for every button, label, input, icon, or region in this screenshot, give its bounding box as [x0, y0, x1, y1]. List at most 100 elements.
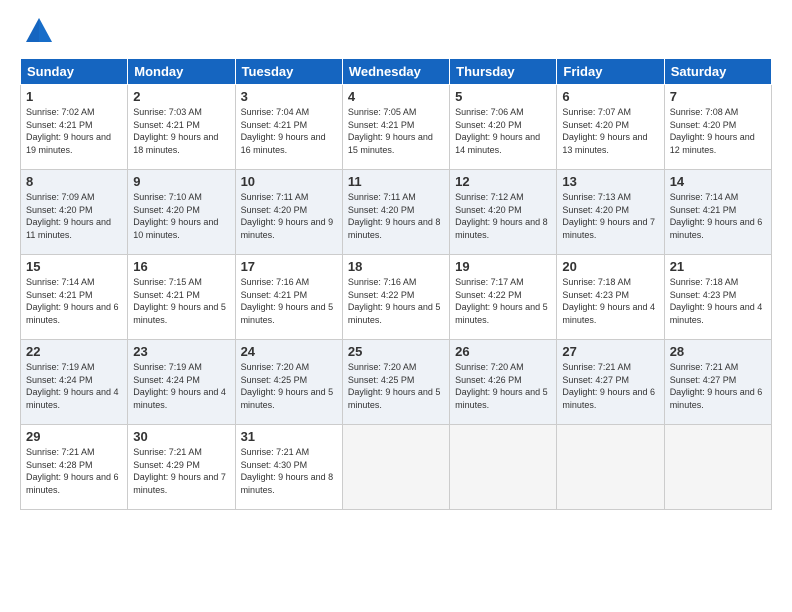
day-info: Sunrise: 7:12 AM Sunset: 4:20 PM Dayligh… [455, 191, 551, 241]
table-row: 14 Sunrise: 7:14 AM Sunset: 4:21 PM Dayl… [664, 170, 771, 255]
day-info: Sunrise: 7:11 AM Sunset: 4:20 PM Dayligh… [348, 191, 444, 241]
day-number: 20 [562, 259, 658, 274]
day-number: 16 [133, 259, 229, 274]
day-number: 28 [670, 344, 766, 359]
day-info: Sunrise: 7:17 AM Sunset: 4:22 PM Dayligh… [455, 276, 551, 326]
day-number: 1 [26, 89, 122, 104]
day-number: 26 [455, 344, 551, 359]
table-row: 17 Sunrise: 7:16 AM Sunset: 4:21 PM Dayl… [235, 255, 342, 340]
table-row: 12 Sunrise: 7:12 AM Sunset: 4:20 PM Dayl… [450, 170, 557, 255]
table-row [450, 425, 557, 510]
day-number: 15 [26, 259, 122, 274]
day-info: Sunrise: 7:21 AM Sunset: 4:29 PM Dayligh… [133, 446, 229, 496]
day-number: 13 [562, 174, 658, 189]
calendar-table: Sunday Monday Tuesday Wednesday Thursday… [20, 58, 772, 510]
day-info: Sunrise: 7:18 AM Sunset: 4:23 PM Dayligh… [670, 276, 766, 326]
day-info: Sunrise: 7:16 AM Sunset: 4:21 PM Dayligh… [241, 276, 337, 326]
day-info: Sunrise: 7:19 AM Sunset: 4:24 PM Dayligh… [133, 361, 229, 411]
table-row: 3 Sunrise: 7:04 AM Sunset: 4:21 PM Dayli… [235, 85, 342, 170]
day-number: 2 [133, 89, 229, 104]
table-row: 31 Sunrise: 7:21 AM Sunset: 4:30 PM Dayl… [235, 425, 342, 510]
day-number: 4 [348, 89, 444, 104]
logo [20, 16, 54, 46]
table-row: 2 Sunrise: 7:03 AM Sunset: 4:21 PM Dayli… [128, 85, 235, 170]
table-row: 8 Sunrise: 7:09 AM Sunset: 4:20 PM Dayli… [21, 170, 128, 255]
day-info: Sunrise: 7:21 AM Sunset: 4:30 PM Dayligh… [241, 446, 337, 496]
day-info: Sunrise: 7:05 AM Sunset: 4:21 PM Dayligh… [348, 106, 444, 156]
day-number: 7 [670, 89, 766, 104]
table-row: 7 Sunrise: 7:08 AM Sunset: 4:20 PM Dayli… [664, 85, 771, 170]
table-row: 20 Sunrise: 7:18 AM Sunset: 4:23 PM Dayl… [557, 255, 664, 340]
day-info: Sunrise: 7:15 AM Sunset: 4:21 PM Dayligh… [133, 276, 229, 326]
table-row: 19 Sunrise: 7:17 AM Sunset: 4:22 PM Dayl… [450, 255, 557, 340]
day-number: 31 [241, 429, 337, 444]
day-number: 18 [348, 259, 444, 274]
day-info: Sunrise: 7:20 AM Sunset: 4:26 PM Dayligh… [455, 361, 551, 411]
calendar-week-3: 15 Sunrise: 7:14 AM Sunset: 4:21 PM Dayl… [21, 255, 772, 340]
table-row: 15 Sunrise: 7:14 AM Sunset: 4:21 PM Dayl… [21, 255, 128, 340]
table-row: 29 Sunrise: 7:21 AM Sunset: 4:28 PM Dayl… [21, 425, 128, 510]
day-info: Sunrise: 7:13 AM Sunset: 4:20 PM Dayligh… [562, 191, 658, 241]
table-row: 27 Sunrise: 7:21 AM Sunset: 4:27 PM Dayl… [557, 340, 664, 425]
table-row: 26 Sunrise: 7:20 AM Sunset: 4:26 PM Dayl… [450, 340, 557, 425]
day-info: Sunrise: 7:21 AM Sunset: 4:27 PM Dayligh… [562, 361, 658, 411]
day-info: Sunrise: 7:04 AM Sunset: 4:21 PM Dayligh… [241, 106, 337, 156]
logo-icon [24, 16, 54, 46]
day-number: 29 [26, 429, 122, 444]
day-number: 9 [133, 174, 229, 189]
table-row: 10 Sunrise: 7:11 AM Sunset: 4:20 PM Dayl… [235, 170, 342, 255]
day-info: Sunrise: 7:20 AM Sunset: 4:25 PM Dayligh… [348, 361, 444, 411]
table-row: 25 Sunrise: 7:20 AM Sunset: 4:25 PM Dayl… [342, 340, 449, 425]
table-row: 16 Sunrise: 7:15 AM Sunset: 4:21 PM Dayl… [128, 255, 235, 340]
day-info: Sunrise: 7:18 AM Sunset: 4:23 PM Dayligh… [562, 276, 658, 326]
day-number: 8 [26, 174, 122, 189]
day-number: 30 [133, 429, 229, 444]
table-row: 30 Sunrise: 7:21 AM Sunset: 4:29 PM Dayl… [128, 425, 235, 510]
table-row: 1 Sunrise: 7:02 AM Sunset: 4:21 PM Dayli… [21, 85, 128, 170]
col-saturday: Saturday [664, 59, 771, 85]
header [20, 16, 772, 46]
day-number: 3 [241, 89, 337, 104]
col-thursday: Thursday [450, 59, 557, 85]
table-row [342, 425, 449, 510]
day-info: Sunrise: 7:14 AM Sunset: 4:21 PM Dayligh… [26, 276, 122, 326]
day-info: Sunrise: 7:19 AM Sunset: 4:24 PM Dayligh… [26, 361, 122, 411]
col-monday: Monday [128, 59, 235, 85]
col-tuesday: Tuesday [235, 59, 342, 85]
day-info: Sunrise: 7:06 AM Sunset: 4:20 PM Dayligh… [455, 106, 551, 156]
table-row: 5 Sunrise: 7:06 AM Sunset: 4:20 PM Dayli… [450, 85, 557, 170]
day-number: 22 [26, 344, 122, 359]
day-number: 17 [241, 259, 337, 274]
day-info: Sunrise: 7:10 AM Sunset: 4:20 PM Dayligh… [133, 191, 229, 241]
table-row: 21 Sunrise: 7:18 AM Sunset: 4:23 PM Dayl… [664, 255, 771, 340]
day-info: Sunrise: 7:21 AM Sunset: 4:27 PM Dayligh… [670, 361, 766, 411]
day-number: 19 [455, 259, 551, 274]
day-number: 12 [455, 174, 551, 189]
day-number: 10 [241, 174, 337, 189]
page: Sunday Monday Tuesday Wednesday Thursday… [0, 0, 792, 520]
day-number: 6 [562, 89, 658, 104]
day-info: Sunrise: 7:02 AM Sunset: 4:21 PM Dayligh… [26, 106, 122, 156]
col-sunday: Sunday [21, 59, 128, 85]
day-info: Sunrise: 7:08 AM Sunset: 4:20 PM Dayligh… [670, 106, 766, 156]
table-row: 9 Sunrise: 7:10 AM Sunset: 4:20 PM Dayli… [128, 170, 235, 255]
table-row: 11 Sunrise: 7:11 AM Sunset: 4:20 PM Dayl… [342, 170, 449, 255]
day-info: Sunrise: 7:20 AM Sunset: 4:25 PM Dayligh… [241, 361, 337, 411]
calendar-week-5: 29 Sunrise: 7:21 AM Sunset: 4:28 PM Dayl… [21, 425, 772, 510]
day-number: 11 [348, 174, 444, 189]
table-row: 22 Sunrise: 7:19 AM Sunset: 4:24 PM Dayl… [21, 340, 128, 425]
calendar-header-row: Sunday Monday Tuesday Wednesday Thursday… [21, 59, 772, 85]
calendar-week-2: 8 Sunrise: 7:09 AM Sunset: 4:20 PM Dayli… [21, 170, 772, 255]
day-info: Sunrise: 7:11 AM Sunset: 4:20 PM Dayligh… [241, 191, 337, 241]
calendar-week-1: 1 Sunrise: 7:02 AM Sunset: 4:21 PM Dayli… [21, 85, 772, 170]
table-row: 23 Sunrise: 7:19 AM Sunset: 4:24 PM Dayl… [128, 340, 235, 425]
day-number: 23 [133, 344, 229, 359]
day-number: 24 [241, 344, 337, 359]
day-number: 25 [348, 344, 444, 359]
day-number: 21 [670, 259, 766, 274]
day-info: Sunrise: 7:21 AM Sunset: 4:28 PM Dayligh… [26, 446, 122, 496]
table-row: 6 Sunrise: 7:07 AM Sunset: 4:20 PM Dayli… [557, 85, 664, 170]
day-info: Sunrise: 7:16 AM Sunset: 4:22 PM Dayligh… [348, 276, 444, 326]
day-info: Sunrise: 7:03 AM Sunset: 4:21 PM Dayligh… [133, 106, 229, 156]
day-info: Sunrise: 7:07 AM Sunset: 4:20 PM Dayligh… [562, 106, 658, 156]
